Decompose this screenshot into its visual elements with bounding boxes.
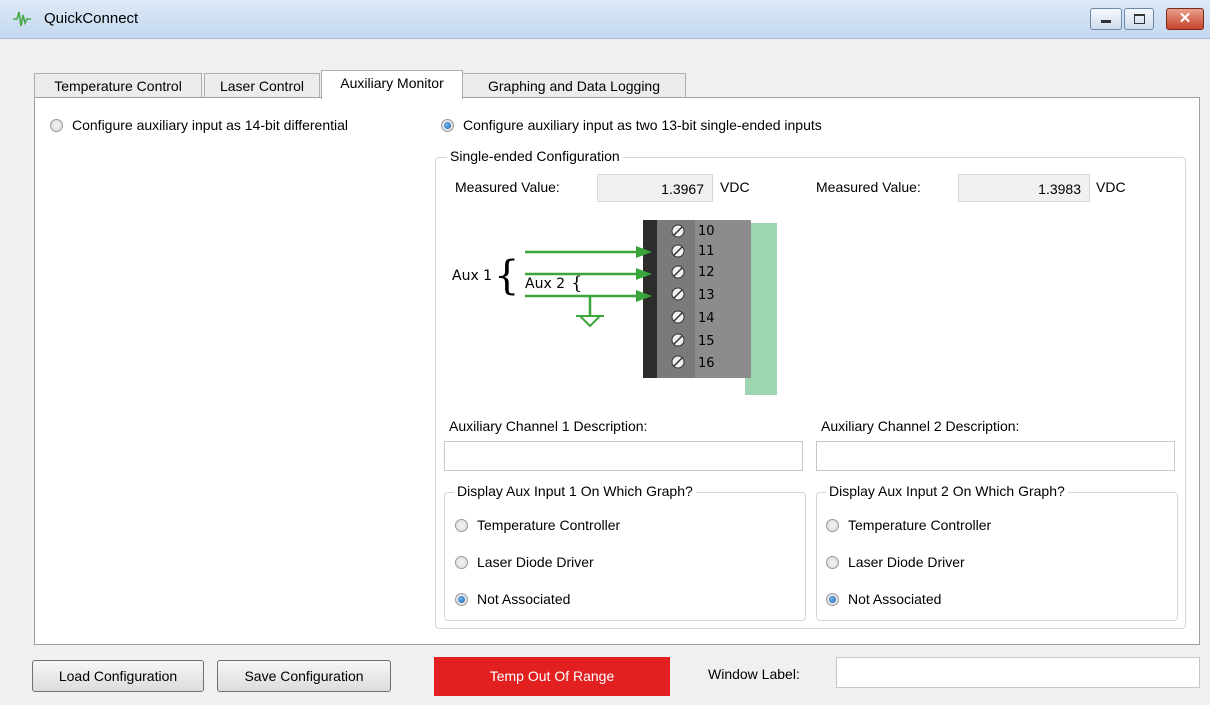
minimize-button[interactable] [1090, 8, 1122, 30]
terminal-number-14: 14 [698, 311, 715, 326]
aux-channel-2-description-label: Auxiliary Channel 2 Description: [821, 418, 1020, 434]
single-ended-label[interactable]: Configure auxiliary input as two 13-bit … [463, 117, 822, 133]
single-ended-group-title: Single-ended Configuration [447, 148, 623, 164]
waveform-app-icon [13, 11, 31, 27]
measured-value-1-unit: VDC [720, 179, 750, 195]
terminal-number-16: 16 [698, 356, 715, 371]
ground-icon [576, 315, 604, 328]
status-alarm-indicator: Temp Out Of Range [434, 657, 670, 696]
aux1-temperature-controller-radio[interactable] [455, 519, 468, 532]
terminal-number-12: 12 [698, 265, 715, 280]
tab-temperature-control[interactable]: Temperature Control [34, 73, 202, 98]
tab-laser-control[interactable]: Laser Control [204, 73, 320, 98]
aux-1-label: Aux 1 [452, 268, 492, 284]
aux-1-brace-icon: { [494, 253, 519, 299]
close-icon: ✕ [1178, 10, 1192, 27]
measured-value-2-label: Measured Value: [816, 179, 921, 195]
save-configuration-button[interactable]: Save Configuration [217, 660, 391, 692]
single-ended-radio[interactable] [441, 119, 454, 132]
terminal-number-10: 10 [698, 224, 715, 239]
terminal-number-13: 13 [698, 288, 715, 303]
aux2-not-associated-radio[interactable] [826, 593, 839, 606]
tab-graphing-and-data-logging[interactable]: Graphing and Data Logging [462, 73, 686, 98]
aux1-not-associated-radio[interactable] [455, 593, 468, 606]
aux-channel-1-description-label: Auxiliary Channel 1 Description: [449, 418, 648, 434]
aux-input-1-graph-title: Display Aux Input 1 On Which Graph? [454, 483, 696, 499]
aux-input-2-graph-title: Display Aux Input 2 On Which Graph? [826, 483, 1068, 499]
measured-value-1-label: Measured Value: [455, 179, 560, 195]
aux2-temperature-controller-radio[interactable] [826, 519, 839, 532]
aux1-laser-diode-driver-label[interactable]: Laser Diode Driver [477, 554, 594, 570]
app-window: QuickConnect ✕ Temperature Control Laser… [0, 0, 1210, 705]
aux2-temperature-controller-label[interactable]: Temperature Controller [848, 517, 991, 533]
aux-2-label: Aux 2 [525, 276, 565, 292]
terminal-number-15: 15 [698, 334, 715, 349]
minimize-icon [1101, 20, 1111, 23]
window-label-input[interactable] [836, 657, 1200, 688]
differential-label[interactable]: Configure auxiliary input as 14-bit diff… [72, 117, 348, 133]
aux2-laser-diode-driver-radio[interactable] [826, 556, 839, 569]
aux2-not-associated-label[interactable]: Not Associated [848, 591, 941, 607]
wiring-diagram: 10 11 12 13 14 15 16 Aux 1 { Aux 2 { [452, 220, 777, 395]
measured-value-1-field: 1.3967 [597, 174, 713, 202]
aux-channel-2-description-input[interactable] [816, 441, 1175, 471]
aux1-not-associated-label[interactable]: Not Associated [477, 591, 570, 607]
measured-value-2-unit: VDC [1096, 179, 1126, 195]
aux2-laser-diode-driver-label[interactable]: Laser Diode Driver [848, 554, 965, 570]
aux1-laser-diode-driver-radio[interactable] [455, 556, 468, 569]
terminal-number-11: 11 [698, 244, 715, 259]
load-configuration-button[interactable]: Load Configuration [32, 660, 204, 692]
maximize-button[interactable] [1124, 8, 1154, 30]
window-label-caption: Window Label: [708, 666, 800, 682]
differential-radio[interactable] [50, 119, 63, 132]
connector-back [643, 220, 657, 378]
aux-2-brace-icon: { [571, 273, 582, 294]
aux-channel-1-description-input[interactable] [444, 441, 803, 471]
window-title: QuickConnect [44, 10, 139, 27]
tab-auxiliary-monitor[interactable]: Auxiliary Monitor [321, 70, 463, 99]
title-bar[interactable]: QuickConnect ✕ [0, 0, 1210, 39]
close-button[interactable]: ✕ [1166, 8, 1204, 30]
maximize-icon [1134, 14, 1145, 24]
aux1-temperature-controller-label[interactable]: Temperature Controller [477, 517, 620, 533]
measured-value-2-field: 1.3983 [958, 174, 1090, 202]
